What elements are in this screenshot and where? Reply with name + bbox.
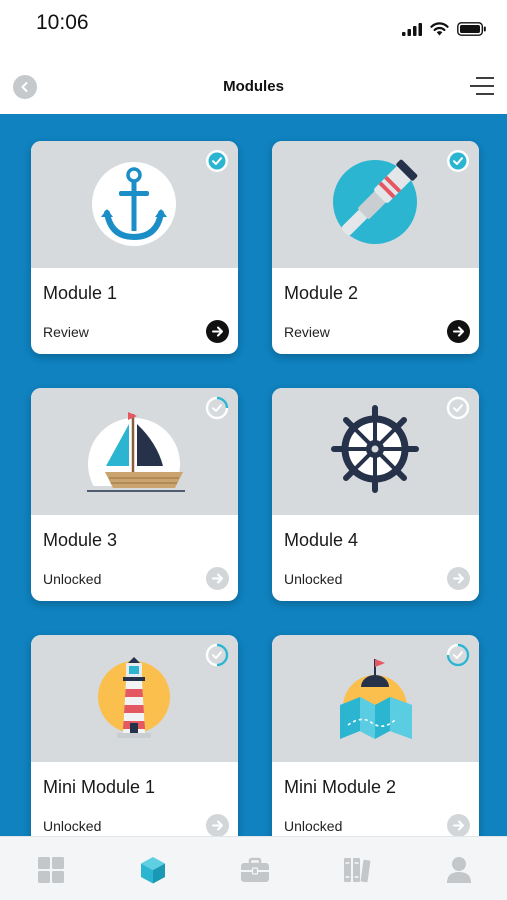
card-image [272,635,479,762]
arrow-right-icon [212,820,223,831]
card-status: Unlocked [43,818,102,834]
profile-icon [447,857,471,883]
open-module-button[interactable] [206,567,229,590]
open-module-button[interactable] [206,814,229,836]
menu-button[interactable] [469,76,495,96]
card-title: Mini Module 2 [284,777,397,797]
library-icon [344,858,371,883]
tab-bar [0,836,507,900]
pending-check-icon [205,643,229,667]
completed-check-icon [447,150,469,172]
module-card-2[interactable]: Module 2 Review [272,141,479,354]
card-status: Unlocked [43,571,102,587]
status-bar: 10:06 [0,0,507,52]
card-title: Module 2 [284,283,359,303]
card-title: Mini Module 1 [43,777,156,797]
card-image [31,388,238,515]
cube-icon [141,857,165,884]
status-icons [402,22,487,36]
menu-icon [470,77,494,95]
open-module-button[interactable] [447,567,470,590]
dashboard-icon [38,857,64,883]
module-card-3[interactable]: Module 3 Unlocked [31,388,238,601]
card-title: Module 3 [43,530,118,550]
modules-grid: Module 1 Review Module 2 Review Module 3… [0,114,507,836]
pending-check-icon [446,643,470,667]
arrow-right-icon [453,820,464,831]
tab-dashboard[interactable] [34,853,68,887]
module-card-4[interactable]: Module 4 Unlocked [272,388,479,601]
card-title: Module 4 [284,530,359,550]
open-module-button[interactable] [447,320,470,343]
briefcase-icon [241,857,269,882]
card-image [31,635,238,762]
tab-briefcase[interactable] [238,853,272,887]
pending-check-icon [446,396,470,420]
battery-icon [457,22,486,36]
open-module-button[interactable] [447,814,470,836]
status-time: 10:06 [36,11,89,34]
card-image [272,141,479,268]
tab-library[interactable] [340,853,374,887]
card-title: Module 1 [43,283,118,303]
page-title: Modules [223,78,284,95]
card-status: Unlocked [284,571,343,587]
module-card-5[interactable]: Mini Module 1 Unlocked [31,635,238,836]
card-image [31,141,238,268]
cellular-signal-icon [402,22,422,36]
arrow-right-icon [453,573,464,584]
wifi-icon [430,22,449,36]
arrow-right-icon [212,326,223,337]
nav-bar: Modules [0,58,507,114]
arrow-right-icon [453,326,464,337]
module-card-1[interactable]: Module 1 Review [31,141,238,354]
tab-modules[interactable] [136,853,170,887]
arrow-right-icon [212,573,223,584]
card-status: Review [284,324,330,340]
open-module-button[interactable] [206,320,229,343]
card-status: Unlocked [284,818,343,834]
module-card-6[interactable]: Mini Module 2 Unlocked [272,635,479,836]
completed-check-icon [206,150,228,172]
card-status: Review [43,324,89,340]
tab-profile[interactable] [442,853,476,887]
pending-check-icon [205,396,229,420]
card-image [272,388,479,515]
